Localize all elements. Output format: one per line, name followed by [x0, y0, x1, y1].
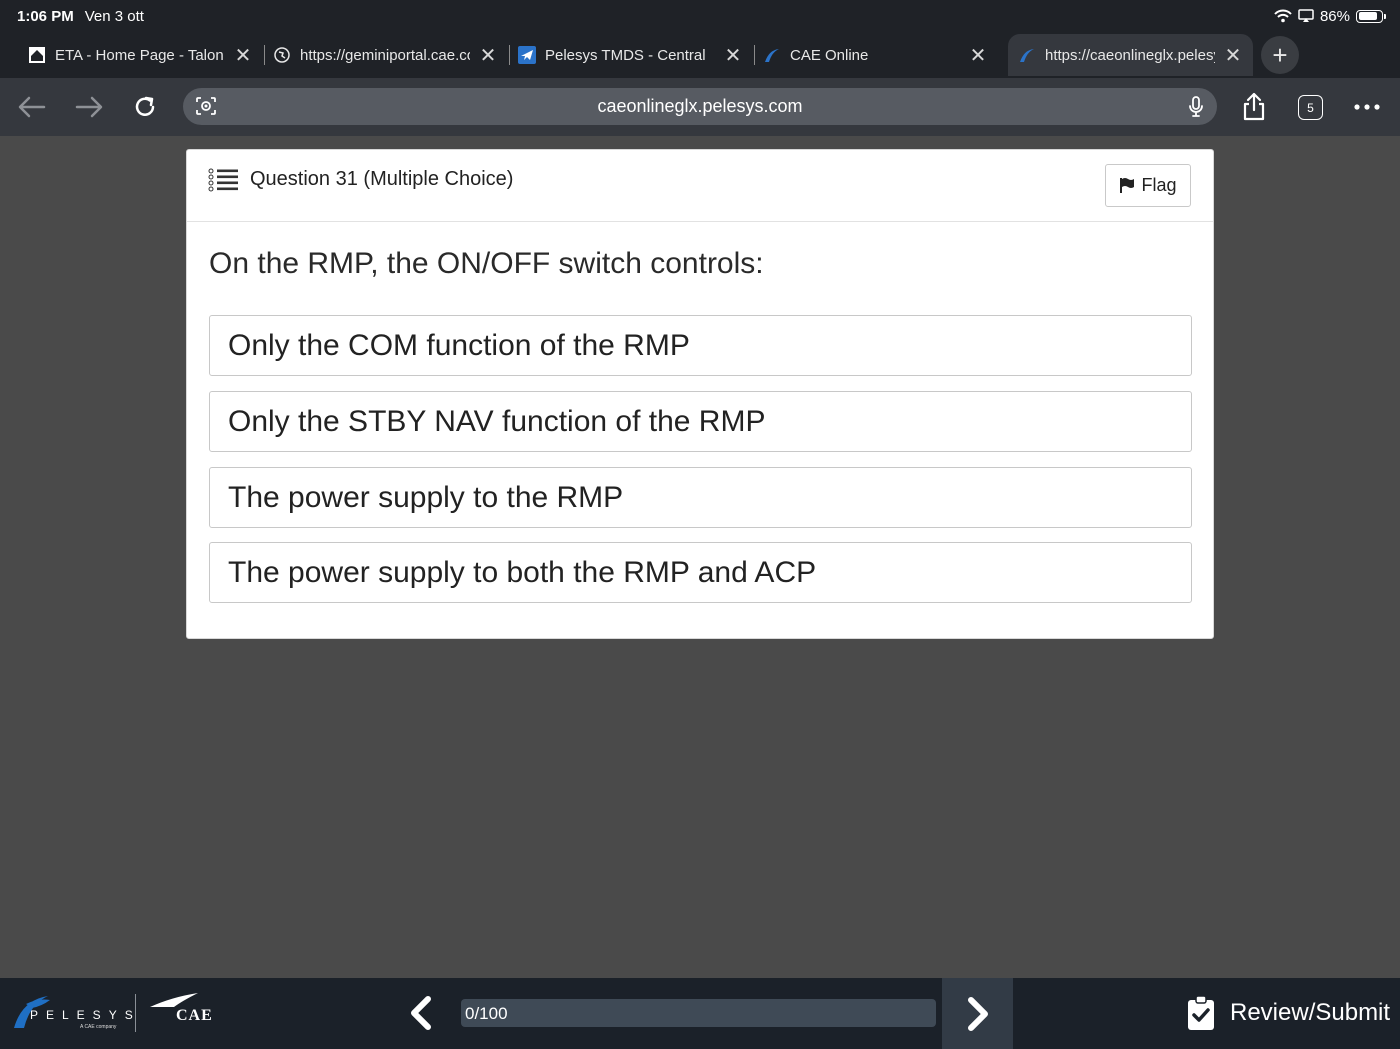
answer-option[interactable]: Only the STBY NAV function of the RMP: [209, 391, 1192, 452]
screen-mirroring-icon: [1298, 9, 1314, 22]
pelesys-icon: [763, 46, 781, 64]
close-tab-icon[interactable]: ✕: [1223, 45, 1243, 67]
reload-icon: [135, 96, 155, 116]
back-button[interactable]: [15, 90, 49, 124]
progress-text: 0/100: [465, 1004, 508, 1023]
plane-icon: [518, 46, 536, 64]
globe-icon: [273, 46, 291, 64]
previous-question-button[interactable]: [398, 990, 444, 1036]
tab-title: Pelesys TMDS - Central: [545, 46, 706, 64]
review-submit-label: Review/Submit: [1230, 999, 1391, 1026]
tab-geminiportal[interactable]: https://geminiportal.cae.com ✕: [263, 34, 510, 76]
status-time: 1:06 PM: [17, 7, 74, 25]
new-tab-button[interactable]: +: [1261, 36, 1299, 74]
tab-caeonlineglx[interactable]: https://caeonlineglx.pelesys.com ✕: [1008, 34, 1253, 76]
answer-option[interactable]: The power supply to both the RMP and ACP: [209, 542, 1192, 603]
wifi-icon: [1274, 9, 1292, 23]
logo-divider: [135, 994, 136, 1032]
status-indicators: 86%: [1274, 7, 1386, 25]
brand-text: PELESYS: [30, 1008, 141, 1022]
more-button[interactable]: [1350, 90, 1384, 124]
battery-icon: [1356, 9, 1386, 23]
tab-eta-home[interactable]: ETA - Home Page - Talon ✕: [18, 34, 265, 76]
address-bar[interactable]: caeonlineglx.pelesys.com: [183, 88, 1217, 125]
pelesys-icon: [1018, 46, 1036, 64]
tab-count-button[interactable]: 5: [1298, 95, 1323, 120]
status-date: Ven 3 ott: [84, 7, 144, 25]
arrow-right-icon: [75, 96, 103, 118]
microphone-icon[interactable]: [1185, 95, 1207, 119]
exam-navigation-bar: PELESYS A CAE company CAE 0/100 Review/S…: [0, 978, 1400, 1049]
question-list-icon[interactable]: [208, 167, 240, 195]
question-card: Question 31 (Multiple Choice) Flag On th…: [186, 149, 1214, 639]
tab-bar: ETA - Home Page - Talon ✕ https://gemini…: [0, 32, 1400, 78]
question-title: Question 31 (Multiple Choice): [250, 168, 514, 190]
question-text: On the RMP, the ON/OFF switch controls:: [209, 247, 764, 280]
flag-icon: [1120, 178, 1135, 193]
share-button[interactable]: [1237, 90, 1271, 124]
flag-button[interactable]: Flag: [1105, 164, 1191, 207]
brand-subtitle: A CAE company: [80, 1024, 117, 1030]
answer-option[interactable]: Only the COM function of the RMP: [209, 315, 1192, 376]
tab-title: ETA - Home Page - Talon: [55, 46, 224, 64]
battery-percent: 86%: [1319, 7, 1350, 25]
tab-title: https://caeonlineglx.pelesys.com: [1045, 46, 1215, 64]
review-submit-button[interactable]: Review/Submit: [1186, 993, 1390, 1033]
home-icon: [28, 46, 46, 64]
lens-icon[interactable]: [195, 96, 217, 116]
arrow-left-icon: [18, 96, 46, 118]
reload-button[interactable]: [128, 90, 162, 124]
cae-logo: CAE: [148, 993, 212, 1035]
progress-bar: 0/100: [461, 999, 936, 1027]
close-tab-icon[interactable]: ✕: [968, 45, 988, 67]
partner-text: CAE: [176, 1007, 213, 1024]
answer-option[interactable]: The power supply to the RMP: [209, 467, 1192, 528]
status-bar: 1:06 PM Ven 3 ott 86%: [0, 0, 1400, 32]
pelesys-logo: PELESYS A CAE company: [14, 994, 133, 1034]
tab-pelesys-tmds[interactable]: Pelesys TMDS - Central ✕: [508, 34, 755, 76]
tab-title: CAE Online: [790, 46, 869, 64]
next-question-button[interactable]: [942, 978, 1013, 1049]
close-tab-icon[interactable]: ✕: [723, 45, 743, 67]
url-text: caeonlineglx.pelesys.com: [597, 96, 803, 116]
share-icon: [1243, 92, 1265, 121]
flag-label: Flag: [1141, 175, 1177, 195]
close-tab-icon[interactable]: ✕: [478, 45, 498, 67]
question-header: Question 31 (Multiple Choice) Flag: [187, 150, 1213, 222]
chevron-left-icon: [411, 996, 431, 1030]
chevron-right-icon: [967, 996, 988, 1031]
tab-title: https://geminiportal.cae.com: [300, 46, 470, 64]
tab-cae-online[interactable]: CAE Online ✕: [753, 34, 998, 76]
clipboard-check-icon: [1188, 995, 1214, 1030]
forward-button[interactable]: [72, 90, 106, 124]
close-tab-icon[interactable]: ✕: [233, 45, 253, 67]
more-icon: [1354, 104, 1380, 110]
browser-toolbar: caeonlineglx.pelesys.com 5: [0, 78, 1400, 136]
